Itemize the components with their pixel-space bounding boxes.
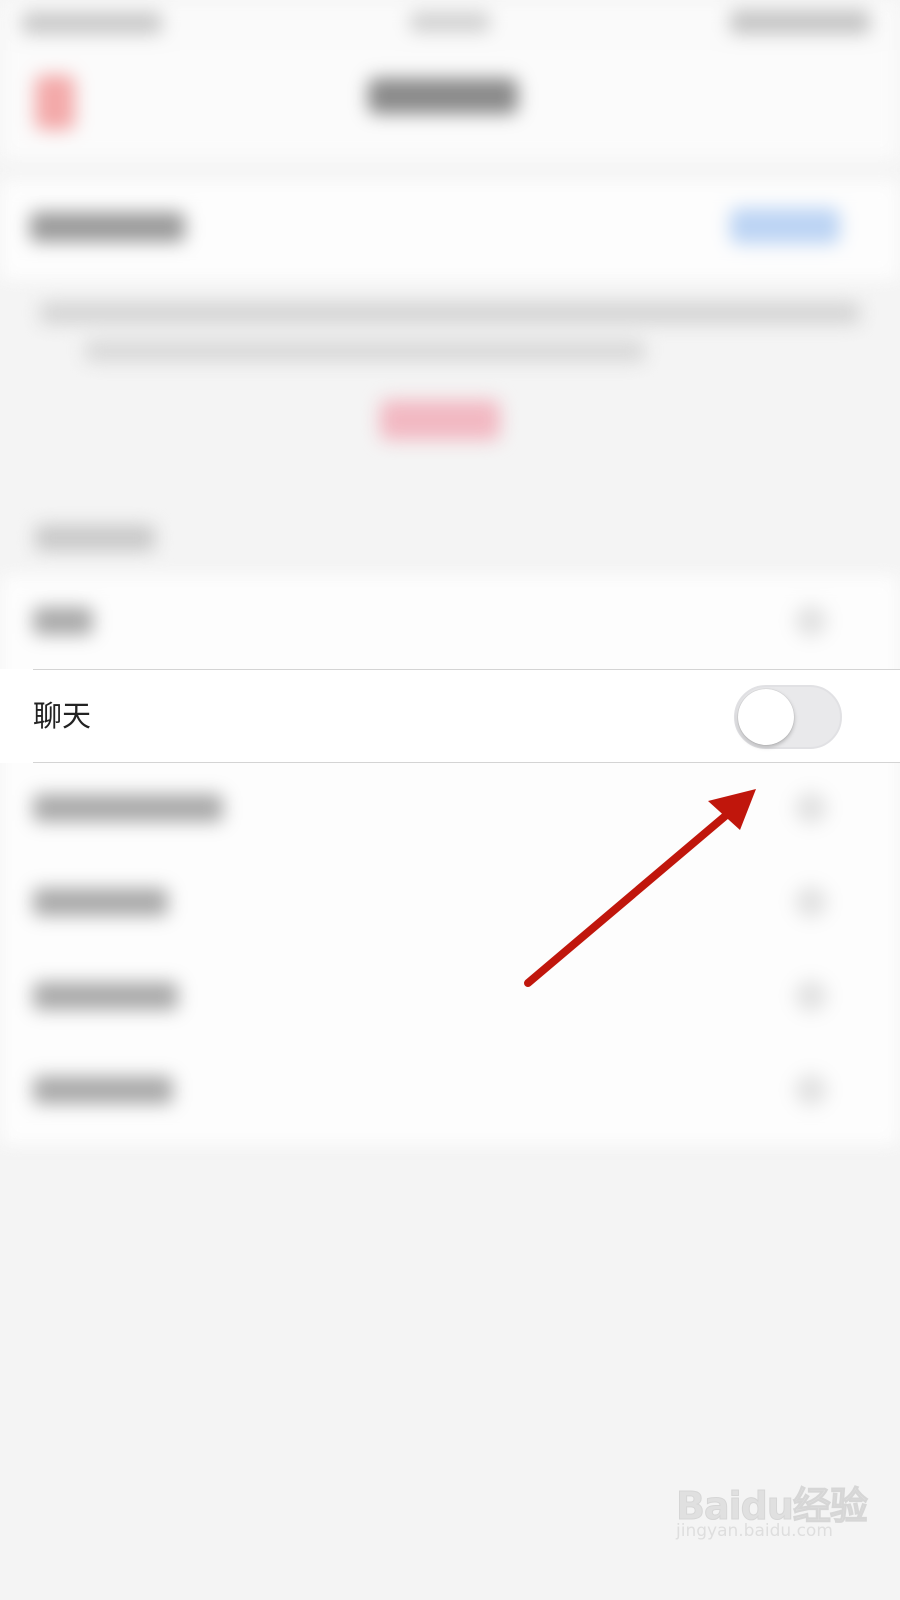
description-line [85,340,645,362]
group-title [35,525,155,551]
list-item[interactable] [0,856,900,950]
list-item-label [33,794,223,822]
header-section [0,180,900,280]
list-item[interactable] [0,950,900,1044]
divider [33,762,900,763]
list-item-label [33,607,93,635]
description-link[interactable] [380,400,500,440]
navigation-bar [0,50,900,160]
status-time [22,12,162,34]
chat-toggle-switch[interactable] [734,685,842,749]
chevron-right-icon [795,792,827,824]
toggle-knob[interactable] [738,689,794,745]
page-title [368,78,518,114]
list-item-label [33,982,178,1010]
blurred-background [0,0,900,1600]
description-line [40,302,860,324]
status-battery [730,10,870,34]
chat-setting-row: 聊天 [0,669,900,763]
watermark-url: jingyan.baidu.com [676,1521,833,1541]
section-action-button[interactable] [730,208,840,244]
list-item[interactable] [0,762,900,856]
watermark: Baidu经验 jingyan.baidu.com [676,1475,876,1585]
status-bar [0,0,900,50]
list-item-label [33,1076,173,1104]
chevron-right-icon [795,1074,827,1106]
list-item[interactable] [0,575,900,669]
section-label [30,212,185,242]
list-item[interactable] [0,1044,900,1138]
chevron-right-icon [795,886,827,918]
back-icon[interactable] [35,75,75,130]
chat-setting-label: 聊天 [33,699,92,733]
list-item-label [33,888,168,916]
chevron-right-icon [795,605,827,637]
divider [33,669,900,670]
chevron-right-icon [795,980,827,1012]
status-carrier [410,12,490,32]
